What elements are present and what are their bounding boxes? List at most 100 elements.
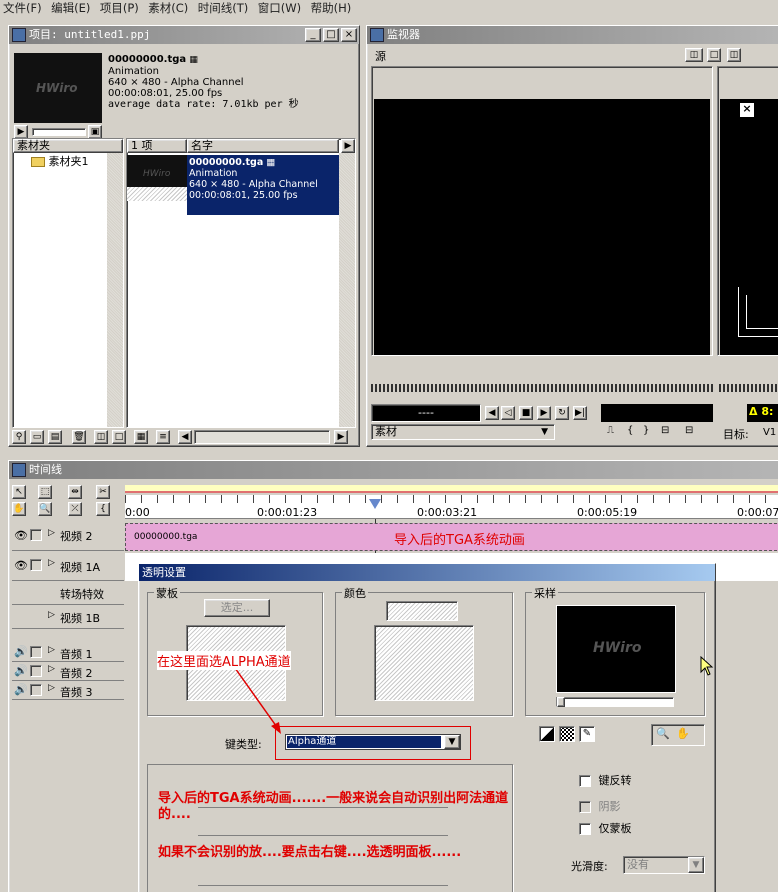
step-forward-icon[interactable]: ▶| [573,406,587,420]
list-view-icon[interactable]: ≡ [156,430,170,444]
loop-icon[interactable]: ↻ [555,406,569,420]
video2-clip[interactable]: 00000000.tga 导入后的TGA系统动画 [125,523,778,551]
shadow-option[interactable]: 阴影 [579,798,621,814]
hand-icon[interactable]: ✋ [676,727,690,740]
dual-view-icon[interactable]: ◫ [685,48,703,62]
reverse-key-option[interactable]: 键反转 [579,772,632,788]
smooth-select[interactable]: 没有 ▼ [623,856,705,874]
overlay-icon[interactable]: ⊟ [685,425,693,436]
speaker-icon[interactable]: 🔊 [14,683,28,696]
checker-bg-icon[interactable] [559,726,575,742]
speaker-icon[interactable]: 🔊 [14,664,28,677]
lock-icon[interactable] [30,665,42,677]
timeline-titlebar[interactable]: 时间线 [9,461,778,479]
new-item-icon[interactable]: ▤ [48,430,62,444]
expand-icon[interactable]: ▷ [48,528,55,538]
black-bg-icon[interactable] [539,726,555,742]
in-out-icon[interactable]: { [96,502,110,516]
lock-icon[interactable] [30,684,42,696]
menu-file[interactable]: 文件(F) [0,0,45,16]
shadow-checkbox[interactable] [579,801,591,813]
bin-header[interactable]: 素材夹 [13,139,123,153]
stop-icon[interactable]: ■ [519,406,533,420]
selection-tool-icon[interactable]: ↖ [12,485,26,499]
program-jog-strip[interactable] [719,384,778,392]
menu-edit[interactable]: 编辑(E) [48,0,93,16]
scroll-right-icon[interactable]: ▶ [334,430,348,444]
mark-left-icon[interactable]: { [627,425,633,436]
insert-icon[interactable]: ⊟ [661,425,669,436]
range-select-icon[interactable]: ⬚ [38,485,52,499]
count-header[interactable]: 1 项 [127,139,187,153]
item-thumbnail[interactable]: HWiro [127,155,187,201]
chevron-right-icon[interactable]: ▶ [341,139,355,153]
color-swatch[interactable] [386,601,458,621]
zoom-tool-icon[interactable]: 🔍 [38,502,52,516]
track-select-icon[interactable]: ⇹ [68,485,82,499]
sample-slider[interactable] [556,697,674,707]
project-titlebar[interactable]: 项目: untitled1.ppj _ □ × [9,26,359,44]
speaker-icon[interactable]: 🔊 [14,645,28,658]
track-header-audio1[interactable]: 🔊 ▷ 音频 1 [12,643,124,662]
time-ruler[interactable]: 0:00 0:00:01:23 0:00:03:21 0:00:05:19 0:… [125,495,778,519]
dialog-titlebar[interactable]: 透明设置 [139,564,715,581]
minimize-button[interactable]: _ [305,28,321,42]
menu-window[interactable]: 窗口(W) [255,0,304,16]
menu-timeline[interactable]: 时间线(T) [195,0,252,16]
new-bin-icon[interactable]: ▭ [30,430,44,444]
playhead-icon[interactable] [369,499,381,509]
track-header-video2[interactable]: 👁 ▷ 视频 2 [12,521,124,551]
track-header-video1b[interactable]: ▷ 视频 1B [12,605,124,629]
menu-project[interactable]: 项目(P) [97,0,142,16]
monitor-view-icon[interactable]: □ [112,430,126,444]
play-icon[interactable]: ▶ [537,406,551,420]
menu-help[interactable]: 帮助(H) [308,0,355,16]
frame-back-icon[interactable]: ◁ [501,406,515,420]
preview-scrubber[interactable] [32,128,86,136]
selected-item-row[interactable]: 00000000.tga ▦ Animation 640 × 480 - Alp… [187,155,339,215]
mark-in-icon[interactable]: ⎍ [607,425,614,436]
expand-icon[interactable]: ▷ [48,683,55,693]
zoom-icon[interactable]: 🔍 [656,727,670,740]
close-button[interactable]: × [341,28,357,42]
play-icon[interactable]: ▶ [14,125,28,139]
select-button[interactable]: 选定... [204,599,270,617]
find-icon[interactable]: ⚲ [12,430,26,444]
step-back-icon[interactable]: ◀ [485,406,499,420]
trim-view-icon[interactable]: ◫ [727,48,741,62]
hand-tool-icon[interactable]: ✋ [12,502,26,516]
slider-thumb[interactable] [557,697,565,707]
mark-right-icon[interactable]: } [643,425,649,436]
reverse-key-checkbox[interactable] [579,775,591,787]
expand-icon[interactable]: ▷ [48,558,55,568]
track-header-audio3[interactable]: 🔊 ▷ 音频 3 [12,681,124,700]
expand-icon[interactable]: ▷ [48,645,55,655]
cross-fade-icon[interactable]: ⤫ [68,502,82,516]
eyedropper-icon[interactable]: ✎ [579,726,595,742]
work-area-bar[interactable] [125,485,778,493]
name-header[interactable]: 名字 [187,139,339,153]
maximize-button[interactable]: □ [323,28,339,42]
track-header-audio2[interactable]: 🔊 ▷ 音频 2 [12,662,124,681]
target-value[interactable]: V1 [763,427,776,438]
delete-icon[interactable]: 🗑 [72,430,86,444]
expand-icon[interactable]: ▷ [48,664,55,674]
item-scrollbar[interactable] [339,153,355,427]
thumbnail-view-icon[interactable]: ▦ [134,430,148,444]
clip-select[interactable]: 素材 ▼ [371,424,555,440]
poster-frame-icon[interactable]: ▣ [88,125,102,139]
lock-icon[interactable] [30,646,42,658]
lock-icon[interactable] [30,559,42,571]
monitor-titlebar[interactable]: 监视器 [367,26,778,44]
eye-icon[interactable]: 👁 [14,559,28,572]
razor-tool-icon[interactable]: ✂ [96,485,110,499]
bin-scrollbar[interactable] [107,153,123,427]
chevron-down-icon[interactable]: ▼ [688,857,704,873]
mask-only-checkbox[interactable] [579,823,591,835]
expand-icon[interactable]: ▷ [48,610,55,620]
track-header-video1a[interactable]: 👁 ▷ 视频 1A [12,551,124,581]
eye-icon[interactable]: 👁 [14,529,28,542]
program-close-icon[interactable]: × [740,103,754,117]
track-header-transition[interactable]: 转场特效 [12,581,124,605]
menu-clip[interactable]: 素材(C) [145,0,191,16]
